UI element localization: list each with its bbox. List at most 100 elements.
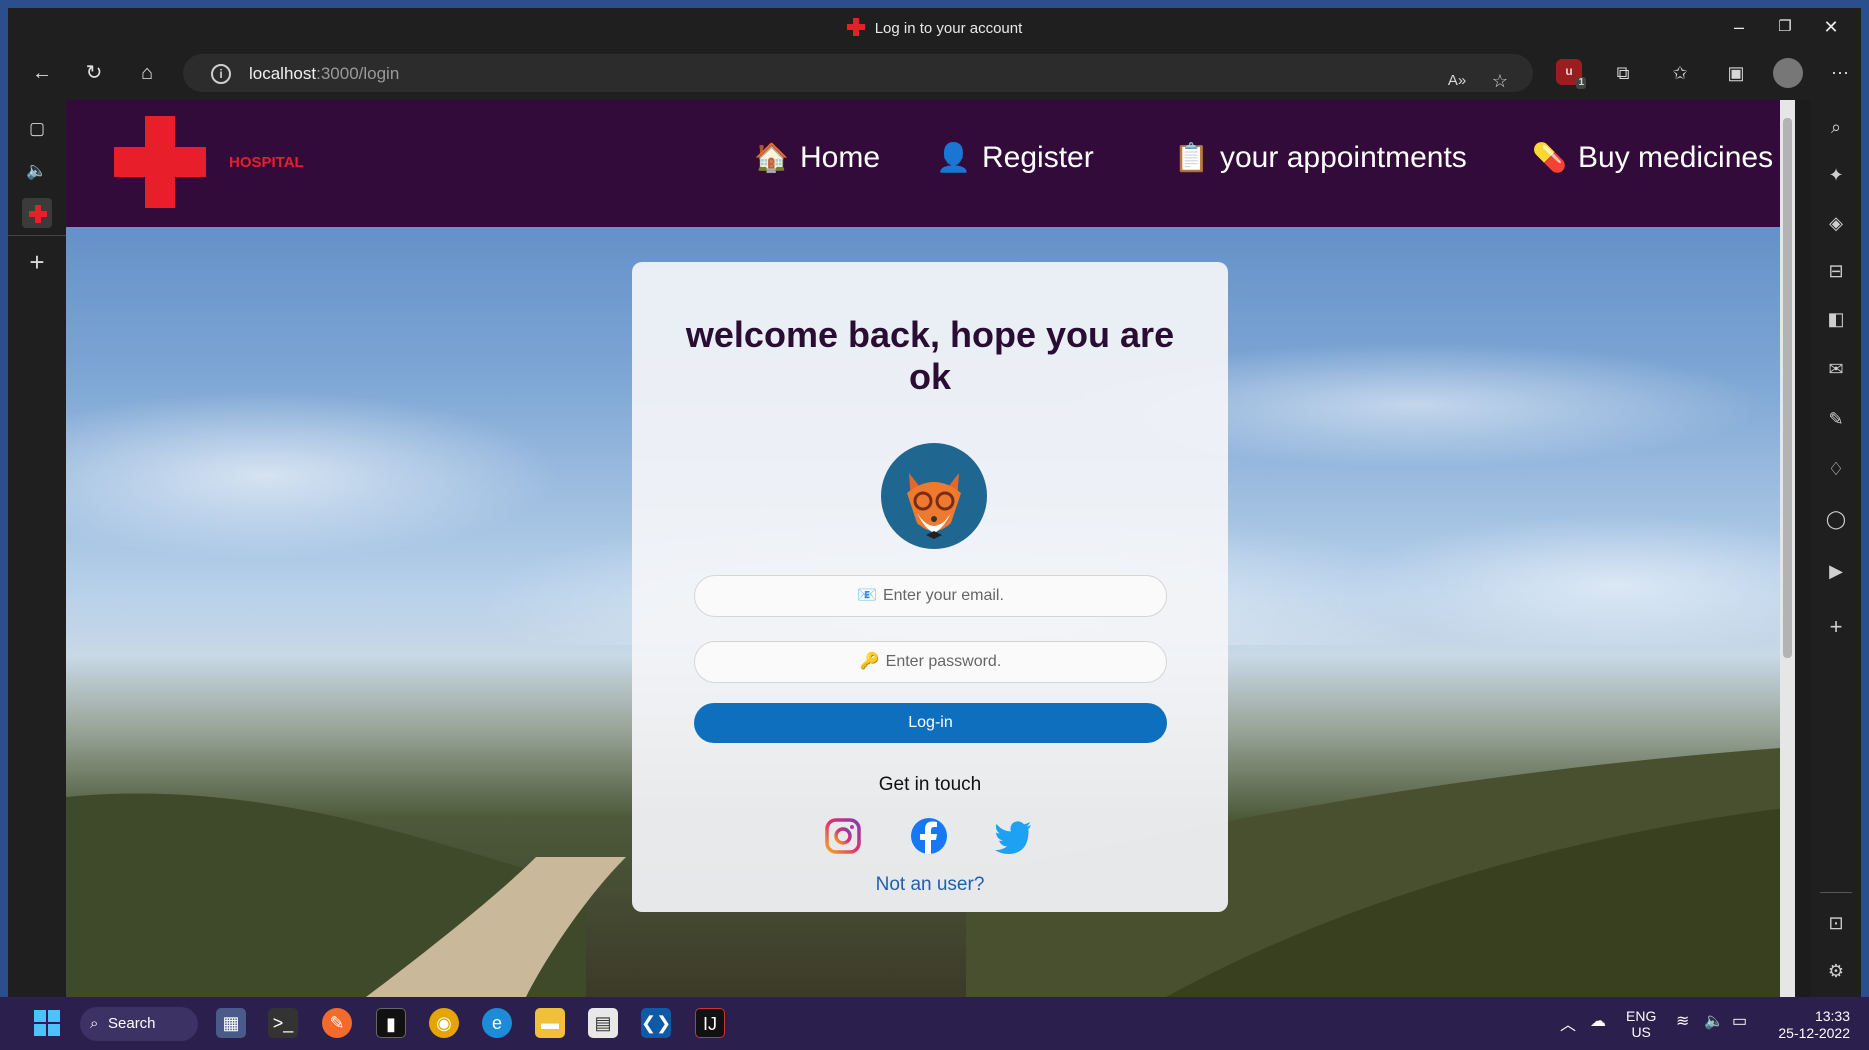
ublock-extension-icon[interactable]: u1 xyxy=(1556,59,1586,89)
nav-home-label: Home xyxy=(800,141,881,174)
close-icon[interactable]: ✕ xyxy=(1820,16,1842,38)
lang-bottom: US xyxy=(1631,1024,1651,1040)
site-info-icon[interactable]: i xyxy=(211,64,231,84)
tab-title: Log in to your account xyxy=(874,20,1023,37)
search-icon: ⌕ xyxy=(90,1015,99,1032)
password-field[interactable]: 🔑 Enter password. xyxy=(694,641,1167,683)
copilot-icon[interactable]: ✦ xyxy=(1823,162,1849,188)
minimize-icon[interactable]: – xyxy=(1728,16,1750,38)
vscode-icon[interactable]: ❮❯ xyxy=(641,1008,671,1038)
get-in-touch-label: Get in touch xyxy=(878,774,982,795)
scrollbar-thumb[interactable] xyxy=(1783,118,1792,658)
settings-gear-icon[interactable]: ⚙ xyxy=(1823,958,1849,984)
hide-sidebar-icon[interactable]: ⊡ xyxy=(1823,910,1849,936)
tools-icon[interactable]: ⊟ xyxy=(1823,258,1849,284)
fox-avatar xyxy=(881,443,987,549)
whatsapp-icon[interactable]: ◯ xyxy=(1823,506,1849,532)
extensions-icon[interactable]: ⧉ xyxy=(1611,61,1635,85)
twitter-icon[interactable] xyxy=(994,816,1034,856)
calculator-icon[interactable]: ▦ xyxy=(216,1008,246,1038)
office-icon[interactable]: ◧ xyxy=(1823,306,1849,332)
windows-start-icon[interactable] xyxy=(32,1008,62,1038)
facebook-icon[interactable] xyxy=(909,816,949,856)
title-bar: Log in to your account – ❐ ✕ xyxy=(8,8,1861,46)
active-tab-hospital[interactable] xyxy=(22,198,52,228)
taskbar-search-label: Search xyxy=(108,1015,156,1032)
intellij-icon[interactable]: IJ xyxy=(695,1008,725,1038)
not-a-user-link[interactable]: Not an user? xyxy=(632,874,1228,896)
restore-icon[interactable]: ❐ xyxy=(1774,16,1796,38)
wifi-icon[interactable]: ≋ xyxy=(1676,1011,1689,1031)
page-scrollbar[interactable] xyxy=(1780,100,1795,997)
store-icon[interactable]: ▤ xyxy=(588,1008,618,1038)
instagram-icon[interactable] xyxy=(823,816,863,856)
hospital-tab-icon xyxy=(29,205,47,223)
cmd-icon[interactable]: ▮ xyxy=(376,1008,406,1038)
nav-home[interactable]: 🏠 Home xyxy=(754,138,880,178)
edge-icon[interactable]: e xyxy=(482,1008,512,1038)
page-viewport: HOSPITAL 🏠 Home 👤 Register 📋 your appointme… xyxy=(66,100,1795,997)
drop-icon[interactable]: ✎ xyxy=(1823,406,1849,432)
address-bar[interactable]: i localhost:3000/login A» ☆ xyxy=(183,54,1533,92)
clipboard-icon: 📋 xyxy=(1174,142,1209,173)
clock-date: 25-12-2022 xyxy=(1778,1025,1850,1041)
window-title: Log in to your account xyxy=(8,18,1861,37)
favorites-icon[interactable]: ✩ xyxy=(1668,61,1692,85)
add-sidebar-app-icon[interactable]: + xyxy=(1823,614,1849,640)
pill-icon: 💊 xyxy=(1532,142,1567,173)
volume-icon[interactable]: 🔈 xyxy=(1704,1011,1724,1031)
postman-icon[interactable]: ✎ xyxy=(322,1008,352,1038)
nav-register-label: Register xyxy=(982,141,1094,174)
password-placeholder: Enter password. xyxy=(885,653,1002,670)
key-icon: 🔑 xyxy=(859,653,880,670)
browser-sidebar: ⌕ ✦ ◈ ⊟ ◧ ✉ ✎ ♢ ◯ ▶ + ⊡ ⚙ xyxy=(1810,100,1861,997)
youtube-icon[interactable]: ▶ xyxy=(1823,558,1849,584)
shopping-tag-icon[interactable]: ◈ xyxy=(1823,210,1849,236)
email-placeholder: Enter your email. xyxy=(882,587,1004,604)
read-aloud-icon[interactable]: A» xyxy=(1445,69,1469,93)
address-row: ← ↻ ⌂ i localhost:3000/login A» ☆ u1 ⧉ ✩… xyxy=(8,46,1861,100)
speaker-tab-icon[interactable]: 🔈 xyxy=(22,156,52,186)
nav-register[interactable]: 👤 Register xyxy=(936,138,1094,178)
url-text[interactable]: localhost:3000/login xyxy=(249,64,399,84)
new-tab-icon[interactable]: + xyxy=(22,247,52,277)
nav-appointments[interactable]: 📋 your appointments xyxy=(1174,138,1467,178)
nav-buy-medicines-label: Buy medicines xyxy=(1578,141,1774,174)
house-icon: 🏠 xyxy=(754,142,789,173)
logo-text: HOSPITAL xyxy=(229,154,304,171)
add-favorite-icon[interactable]: ☆ xyxy=(1488,69,1512,93)
clock[interactable]: 13:33 25-12-2022 xyxy=(1770,1008,1850,1042)
taskbar-search[interactable]: ⌕ Search xyxy=(80,1007,198,1041)
file-explorer-icon[interactable]: ▬ xyxy=(535,1008,565,1038)
language-indicator[interactable]: ENG US xyxy=(1626,1008,1656,1040)
onedrive-icon[interactable]: ☁ xyxy=(1590,1011,1606,1031)
clock-time: 13:33 xyxy=(1814,1008,1850,1024)
os-taskbar: ⌕ Search ▦ >_ ✎ ▮ ◉ e ▬ ▤ ❮❯ IJ ︿ ☁ ENG US… xyxy=(0,997,1869,1050)
collections-icon[interactable]: ▣ xyxy=(1724,61,1748,85)
battery-icon[interactable]: ▭ xyxy=(1732,1011,1747,1031)
search-icon[interactable]: ⌕ xyxy=(1823,114,1849,140)
show-hidden-icons-icon[interactable]: ︿ xyxy=(1560,1011,1576,1035)
home-icon[interactable]: ⌂ xyxy=(133,59,161,87)
refresh-icon[interactable]: ↻ xyxy=(80,59,108,87)
login-button[interactable]: Log-in xyxy=(694,703,1167,743)
email-field[interactable]: 📧 Enter your email. xyxy=(694,575,1167,617)
tab-actions-icon[interactable]: ▢ xyxy=(22,114,52,144)
hospital-logo[interactable] xyxy=(114,116,206,208)
chrome-icon[interactable]: ◉ xyxy=(429,1008,459,1038)
url-path: :3000/login xyxy=(316,64,400,83)
terminal-icon[interactable]: >_ xyxy=(268,1008,298,1038)
login-heading: welcome back, hope you are ok xyxy=(685,314,1175,397)
vertical-tab-strip: ▢ 🔈 + xyxy=(8,100,66,997)
envelope-icon: 📧 xyxy=(857,587,877,604)
more-options-icon[interactable]: ⋯ xyxy=(1828,61,1852,85)
back-icon[interactable]: ← xyxy=(28,59,56,87)
nav-buy-medicines[interactable]: 💊 Buy medicines xyxy=(1532,138,1773,178)
outlook-icon[interactable]: ✉ xyxy=(1823,356,1849,382)
divider xyxy=(1820,892,1852,893)
extension-badge: 1 xyxy=(1576,77,1586,89)
user-icon: 👤 xyxy=(936,142,971,173)
profile-avatar[interactable] xyxy=(1773,58,1803,88)
hospital-favicon-icon xyxy=(846,18,865,36)
notification-icon[interactable]: ♢ xyxy=(1823,456,1849,482)
